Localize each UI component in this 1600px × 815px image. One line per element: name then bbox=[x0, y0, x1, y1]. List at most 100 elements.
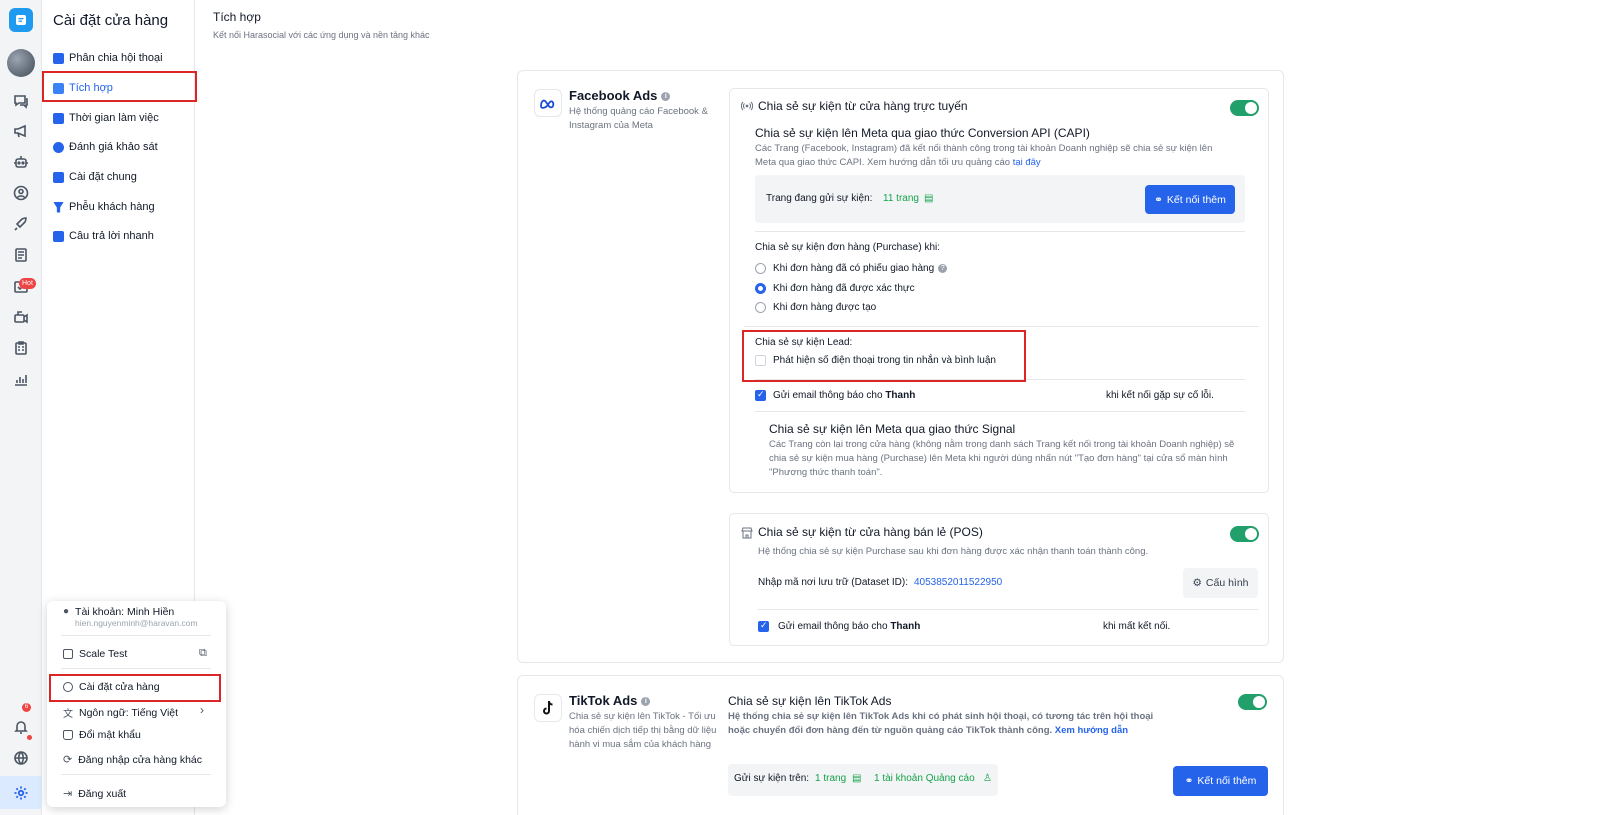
sidebar-item-label: Cài đặt chung bbox=[69, 171, 137, 183]
email-notify-suffix: khi kết nối gặp sự cố lỗi. bbox=[1106, 390, 1214, 401]
sidebar-item-working-hours[interactable]: Thời gian làm việc bbox=[53, 112, 159, 124]
sending-pages-box: Trang đang gửi sự kiện: 11 trang ▤ ⚭ Kết … bbox=[755, 175, 1245, 223]
online-store-toggle[interactable] bbox=[1230, 100, 1259, 116]
chat-icon[interactable] bbox=[12, 92, 30, 110]
divider bbox=[61, 668, 211, 669]
sidebar-item-label: Thời gian làm việc bbox=[69, 112, 159, 124]
tiktok-ads-title: TikTok Ads bbox=[569, 693, 638, 708]
sidebar-item-label: Phễu khách hàng bbox=[69, 201, 155, 213]
purchase-label: Chia sẻ sự kiện đơn hàng (Purchase) khi: bbox=[755, 242, 941, 253]
dataset-value[interactable]: 4053852011522950 bbox=[914, 577, 1002, 588]
tiktok-toggle[interactable] bbox=[1238, 694, 1267, 710]
chevron-right-icon[interactable]: › bbox=[200, 703, 204, 717]
capi-guide-link[interactable]: tại đây bbox=[1013, 157, 1041, 168]
report-icon[interactable] bbox=[12, 246, 30, 264]
language-label: Ngôn ngữ: Tiếng Việt bbox=[79, 706, 179, 719]
sending-label: Trang đang gửi sự kiện: bbox=[766, 193, 873, 204]
purchase-option-radio-2[interactable] bbox=[755, 283, 766, 294]
rocket-icon[interactable] bbox=[12, 215, 30, 233]
tiktok-ads-name: TikTok Ads i bbox=[569, 693, 651, 708]
help-icon[interactable]: ? bbox=[938, 263, 948, 273]
contact-icon[interactable] bbox=[12, 184, 30, 202]
refresh-icon: ⟳ bbox=[63, 754, 73, 766]
popup-store-item[interactable]: Scale Test bbox=[63, 648, 127, 660]
sidebar-item-conversation-distribution[interactable]: Phân chia hội thoại bbox=[53, 52, 163, 64]
calendar-icon bbox=[53, 112, 64, 124]
tiktok-body: Hệ thống chia sẻ sự kiện lên TikTok Ads … bbox=[728, 710, 1160, 738]
person-icon[interactable]: ♙ bbox=[983, 773, 992, 784]
page-subtitle: Kết nối Harasocial với các ứng dụng và n… bbox=[213, 30, 430, 40]
person-icon: ● bbox=[63, 606, 70, 617]
video-icon[interactable] bbox=[12, 308, 30, 326]
app-logo-icon[interactable] bbox=[9, 8, 33, 32]
edit-list-icon[interactable]: ▤ bbox=[924, 193, 933, 204]
sending-pages-count[interactable]: 11 trang bbox=[883, 193, 919, 204]
megaphone-icon[interactable] bbox=[12, 122, 30, 140]
divider bbox=[755, 231, 1245, 232]
switch-store-label: Đăng nhập cửa hàng khác bbox=[78, 753, 203, 766]
lock-icon bbox=[63, 730, 73, 740]
user-avatar[interactable] bbox=[7, 49, 35, 77]
translate-icon: 文 bbox=[63, 709, 73, 720]
gear-icon: ⚙ bbox=[1192, 577, 1202, 589]
info-icon[interactable]: i bbox=[641, 697, 651, 707]
info-icon[interactable]: i bbox=[661, 92, 671, 102]
popup-change-password-item[interactable]: Đổi mật khẩu bbox=[63, 729, 141, 741]
purchase-option-radio-3[interactable] bbox=[755, 302, 766, 313]
pos-email-checkbox[interactable] bbox=[758, 620, 769, 632]
email-notify-label: Gửi email thông báo cho Thanh bbox=[773, 390, 915, 401]
bell-icon[interactable] bbox=[12, 718, 30, 736]
purchase-option-label-2: Khi đơn hàng đã được xác thực bbox=[773, 283, 915, 294]
notification-count-badge: 6 bbox=[22, 703, 31, 712]
tiktok-guide-link[interactable]: Xem hướng dẫn bbox=[1055, 725, 1128, 736]
tiktok-ads-description: Chia sẻ sự kiện lên TikTok - Tối ưu hóa … bbox=[569, 711, 717, 750]
facebook-ads-description: Hệ thống quảng cáo Facebook & Instagram … bbox=[569, 106, 708, 131]
clipboard-icon[interactable] bbox=[12, 339, 30, 357]
tiktok-connect-more-label: Kết nối thêm bbox=[1197, 775, 1257, 787]
purchase-option-label-3: Khi đơn hàng được tạo bbox=[773, 302, 877, 313]
settings-folder-icon bbox=[53, 171, 64, 183]
capi-title: Chia sẻ sự kiện lên Meta qua giao thức C… bbox=[755, 126, 1090, 140]
purchase-option-radio-1[interactable] bbox=[755, 263, 766, 274]
pos-email-recipient[interactable]: Thanh bbox=[890, 621, 920, 632]
purchase-option-text: Khi đơn hàng đã có phiếu giao hàng bbox=[773, 263, 935, 274]
configure-button[interactable]: ⚙ Cấu hình bbox=[1183, 568, 1258, 598]
analytics-icon[interactable] bbox=[12, 370, 30, 388]
edit-list-icon[interactable]: ▤ bbox=[852, 773, 861, 784]
sidebar-item-survey[interactable]: Đánh giá khảo sát bbox=[53, 141, 158, 153]
popup-language-item[interactable]: 文 Ngôn ngữ: Tiếng Việt bbox=[63, 705, 179, 721]
tiktok-logo-icon bbox=[534, 694, 562, 722]
pos-toggle[interactable] bbox=[1230, 526, 1259, 542]
external-link-icon[interactable]: ⧉ bbox=[199, 647, 207, 660]
sidebar-item-quick-replies[interactable]: Câu trả lời nhanh bbox=[53, 230, 154, 242]
sidebar-item-general-settings[interactable]: Cài đặt chung bbox=[53, 171, 137, 183]
email-notify-checkbox[interactable] bbox=[755, 389, 766, 401]
divider bbox=[758, 609, 1258, 610]
account-email: hien.nguyenminh@haravan.com bbox=[75, 618, 198, 628]
tiktok-send-label: Gửi sự kiện trên: bbox=[734, 773, 810, 784]
signal-title: Chia sẻ sự kiện lên Meta qua giao thức S… bbox=[769, 422, 1016, 436]
settings-gear-icon[interactable] bbox=[0, 776, 42, 809]
dataset-label: Nhập mã nơi lưu trữ (Dataset ID): bbox=[758, 577, 908, 588]
user-card-icon bbox=[53, 52, 64, 64]
popup-switch-store-item[interactable]: ⟳ Đăng nhập cửa hàng khác bbox=[63, 753, 203, 767]
sidebar-item-customer-funnel[interactable]: Phễu khách hàng bbox=[53, 201, 155, 213]
page-title: Tích hợp bbox=[213, 10, 261, 24]
capi-description: Các Trang (Facebook, Instagram) đã kết n… bbox=[755, 142, 1235, 170]
popup-logout-item[interactable]: ⇥ Đăng xuất bbox=[63, 787, 127, 801]
logout-icon: ⇥ bbox=[63, 788, 73, 800]
connect-more-button[interactable]: ⚭ Kết nối thêm bbox=[1145, 185, 1235, 214]
account-popup-menu: ● Tài khoản: Minh Hiền hien.nguyenminh@h… bbox=[47, 601, 226, 807]
highlight-box-store-settings bbox=[49, 674, 221, 702]
signal-description: Các Trang còn lại trong cửa hàng (không … bbox=[769, 439, 1235, 478]
tiktok-pages-count[interactable]: 1 trang bbox=[815, 773, 846, 784]
globe-dot-badge bbox=[27, 735, 32, 740]
logout-label: Đăng xuất bbox=[78, 787, 127, 800]
change-password-label: Đổi mật khẩu bbox=[79, 729, 141, 741]
tiktok-sending-box: Gửi sự kiện trên: 1 trang ▤ 1 tài khoản … bbox=[728, 764, 998, 796]
tiktok-connect-more-button[interactable]: ⚭ Kết nối thêm bbox=[1173, 766, 1268, 796]
bot-icon[interactable] bbox=[12, 153, 30, 171]
tiktok-ad-accounts[interactable]: 1 tài khoản Quảng cáo bbox=[874, 773, 975, 784]
globe-icon[interactable] bbox=[12, 749, 30, 767]
email-recipient[interactable]: Thanh bbox=[885, 390, 915, 401]
